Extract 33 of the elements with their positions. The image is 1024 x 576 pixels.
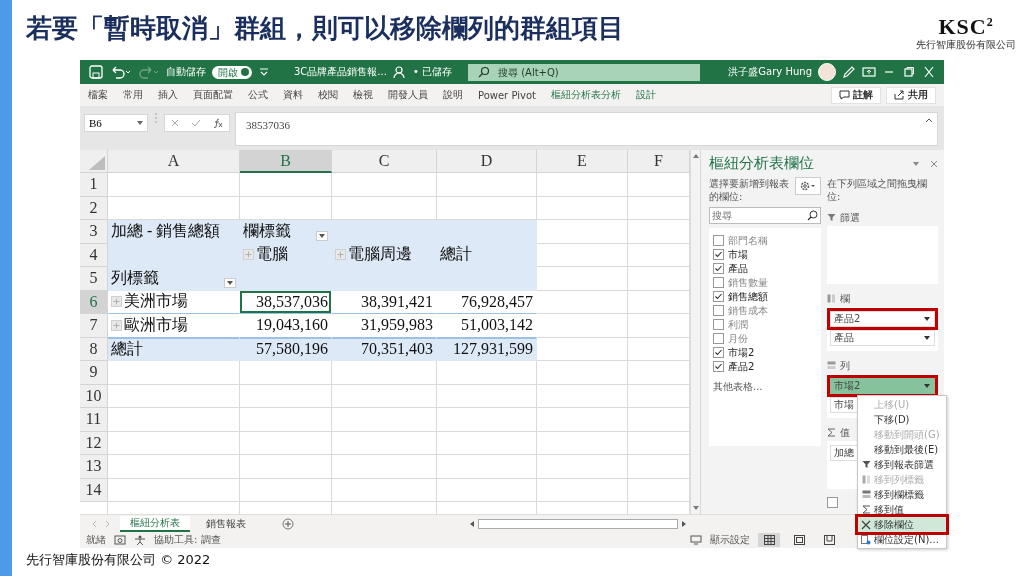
cell-text: 加總 - 銷售總額 (111, 220, 221, 241)
area-label: 篩選 (840, 211, 860, 224)
cell-text: 57,580,196 (256, 340, 328, 359)
cell-text: 美洲市場 (124, 291, 188, 312)
field-prompt: 選擇要新增到報表的欄位: (709, 177, 790, 203)
company-logo: KSC$^{2}$ (938, 13, 994, 40)
drag-prompt: 在下列區域之間拖曳欄位: (827, 177, 928, 203)
autosave-label: 自動儲存 (166, 65, 206, 79)
cell-text: 電腦周邊 (348, 244, 412, 265)
cell-text: 19,043,160 (256, 316, 328, 335)
cell-text: 總計 (111, 338, 143, 359)
status-text: 就緒 (86, 533, 106, 547)
area-label: 值 (840, 426, 850, 439)
area-label: 列 (840, 359, 850, 372)
slide-footer: 先行智庫股份有限公司 © 2022 (12, 548, 1024, 572)
cell-text: 31,959,983 (361, 316, 433, 335)
cell-text: 38,391,421 (361, 292, 433, 311)
cell-text: 70,351,403 (361, 340, 433, 359)
cell-text: 列標籤 (111, 267, 159, 288)
file-name: 3C品牌產品銷售報... (294, 65, 387, 79)
cell-text: 76,928,457 (461, 292, 533, 311)
company-name: 先行智庫股份有限公司 (916, 39, 1016, 52)
area-label: 欄 (840, 292, 850, 305)
cell-text: 欄標籤 (243, 220, 291, 241)
cell-text: 127,931,599 (453, 340, 533, 359)
cell-text: 歐洲市場 (124, 314, 188, 335)
slide-title: 若要「暫時取消」群組，則可以移除欄列的群組項目 (26, 12, 624, 45)
user-name: 洪子盛Gary Hung (728, 65, 812, 79)
cell-text: 電腦 (256, 244, 288, 265)
cell-text: 總計 (440, 244, 472, 265)
cell-text: 38,537,036 (256, 292, 328, 311)
pane-title: 樞紐分析表欄位 (709, 154, 814, 173)
cell-text: 51,003,142 (461, 316, 533, 335)
